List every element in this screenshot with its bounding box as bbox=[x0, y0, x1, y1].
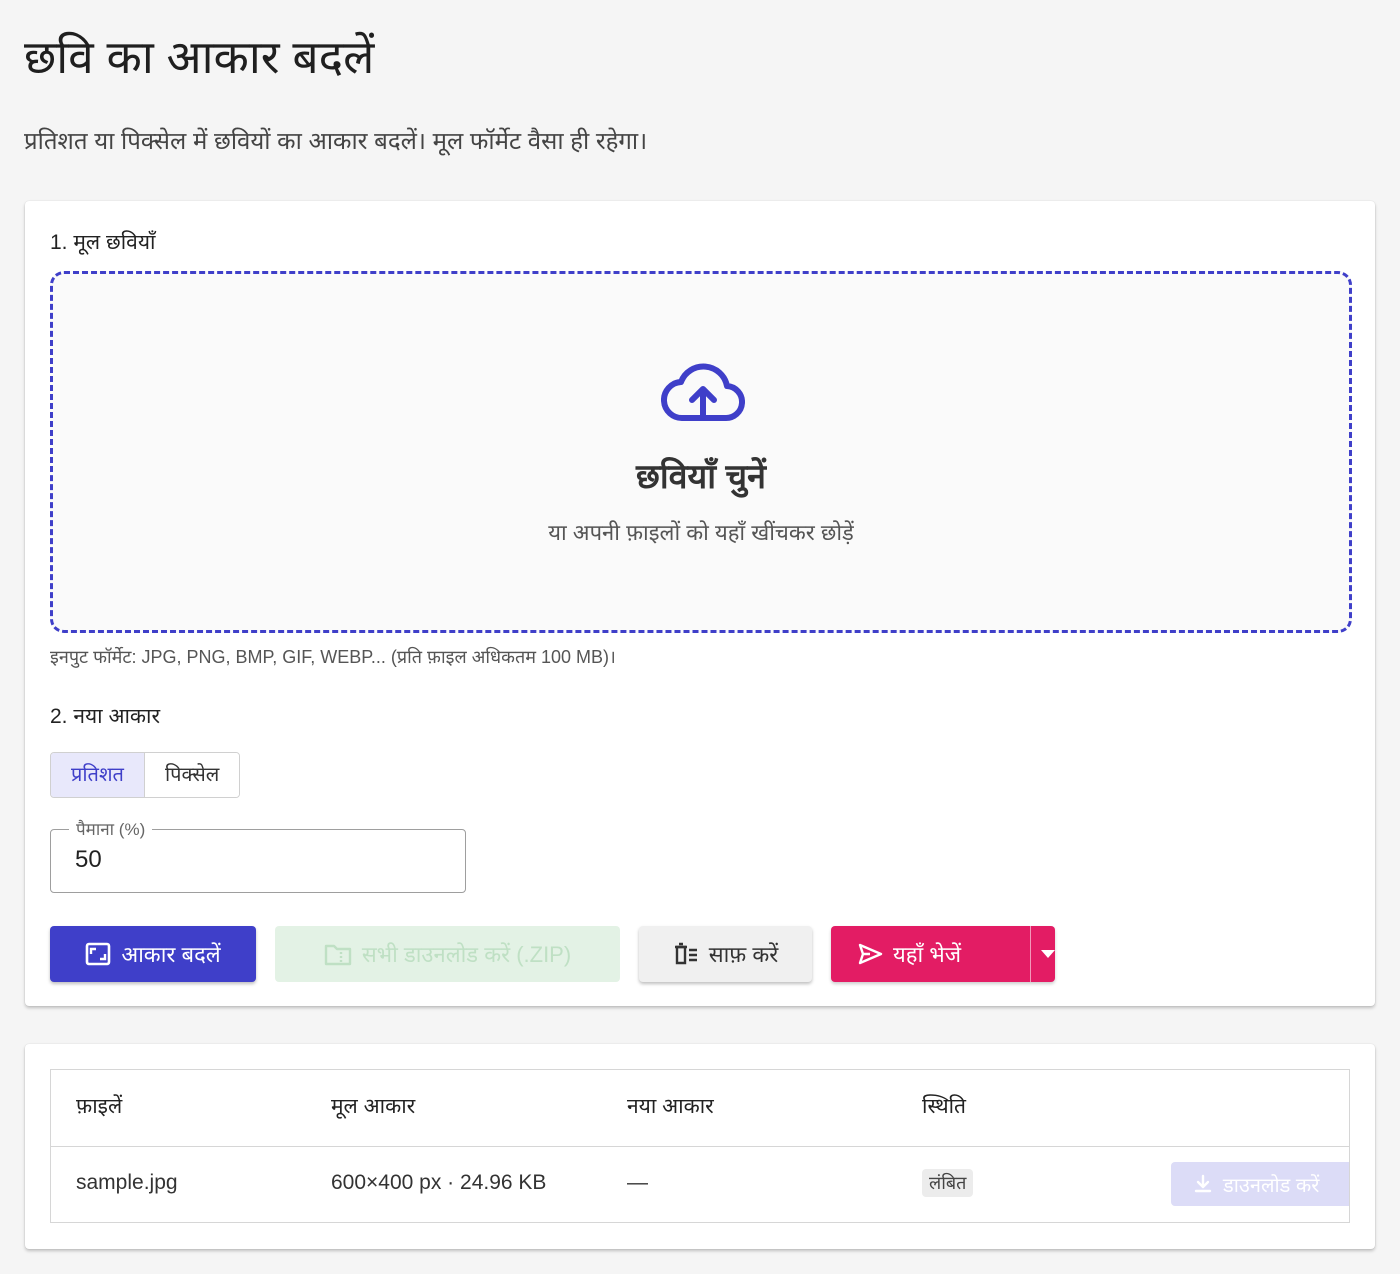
page-title: छवि का आकार बदलें bbox=[24, 31, 375, 83]
clear-button[interactable]: साफ़ करें bbox=[639, 926, 812, 982]
input-formats-note: इनपुट फॉर्मेट: JPG, PNG, BMP, GIF, WEBP.… bbox=[50, 647, 616, 667]
new-size-label: 2. नया आकार bbox=[50, 705, 161, 728]
clear-all-icon bbox=[674, 942, 697, 965]
send-icon bbox=[858, 943, 883, 965]
header-original-size: मूल आकार bbox=[331, 1095, 416, 1118]
scale-field-label: पैमाना (%) bbox=[69, 817, 153, 840]
send-button-label: यहाँ भेजें bbox=[893, 942, 962, 967]
dropzone-subtitle: या अपनी फ़ाइलों को यहाँ खींचकर छोड़ें bbox=[548, 520, 854, 545]
send-button-divider bbox=[1030, 926, 1031, 982]
caret-down-icon bbox=[1041, 950, 1055, 958]
file-download-button[interactable]: डाउनलोड करें bbox=[1171, 1162, 1349, 1206]
header-status: स्थिति bbox=[922, 1095, 967, 1118]
resize-settings-card: 1. मूल छवियाँ छवियाँ चुनें या अपनी फ़ाइल… bbox=[25, 201, 1375, 1006]
aspect-ratio-icon bbox=[86, 942, 111, 966]
header-new-size: नया आकार bbox=[627, 1095, 714, 1118]
files-card: फ़ाइलें मूल आकार नया आकार स्थिति sample.… bbox=[25, 1044, 1375, 1249]
download-all-zip-label: सभी डाउनलोड करें (.ZIP) bbox=[361, 942, 572, 967]
header-files: फ़ाइलें bbox=[76, 1095, 123, 1118]
send-to-button: यहाँ भेजें bbox=[831, 926, 1055, 982]
resize-button-label: आकार बदलें bbox=[121, 942, 221, 967]
cloud-upload-icon bbox=[661, 363, 745, 422]
send-to-main-button[interactable]: यहाँ भेजें bbox=[831, 926, 994, 982]
table-row: sample.jpg 600×400 px · 24.96 KB — लंबित… bbox=[51, 1147, 1349, 1222]
files-table: फ़ाइलें मूल आकार नया आकार स्थिति sample.… bbox=[50, 1069, 1350, 1223]
mode-pixel-button[interactable]: पिक्सेल bbox=[144, 753, 240, 797]
status-badge: लंबित bbox=[922, 1169, 974, 1197]
folder-zip-icon bbox=[324, 944, 352, 966]
table-header: फ़ाइलें मूल आकार नया आकार स्थिति bbox=[51, 1070, 1349, 1147]
scale-input[interactable] bbox=[75, 846, 435, 874]
file-original-size: 600×400 px · 24.96 KB bbox=[331, 1171, 547, 1194]
resize-mode-toggle: प्रतिशत पिक्सेल bbox=[50, 752, 241, 798]
file-dropzone[interactable]: छवियाँ चुनें या अपनी फ़ाइलों को यहाँ खीं… bbox=[50, 271, 1352, 633]
send-to-dropdown-toggle[interactable] bbox=[1041, 926, 1055, 982]
scale-field: पैमाना (%) bbox=[50, 817, 466, 893]
mode-percent-button[interactable]: प्रतिशत bbox=[51, 753, 145, 797]
download-all-zip-button[interactable]: सभी डाउनलोड करें (.ZIP) bbox=[275, 926, 620, 982]
resize-button[interactable]: आकार बदलें bbox=[50, 926, 256, 982]
dropzone-title: छवियाँ चुनें bbox=[636, 458, 766, 496]
source-images-label: 1. मूल छवियाँ bbox=[50, 231, 156, 254]
page-description: प्रतिशत या पिक्सेल में छवियों का आकार बद… bbox=[24, 128, 648, 155]
file-name: sample.jpg bbox=[76, 1171, 178, 1194]
file-new-size: — bbox=[627, 1171, 648, 1194]
clear-button-label: साफ़ करें bbox=[708, 942, 779, 967]
download-icon bbox=[1194, 1174, 1212, 1193]
file-download-label: डाउनलोड करें bbox=[1223, 1174, 1320, 1197]
